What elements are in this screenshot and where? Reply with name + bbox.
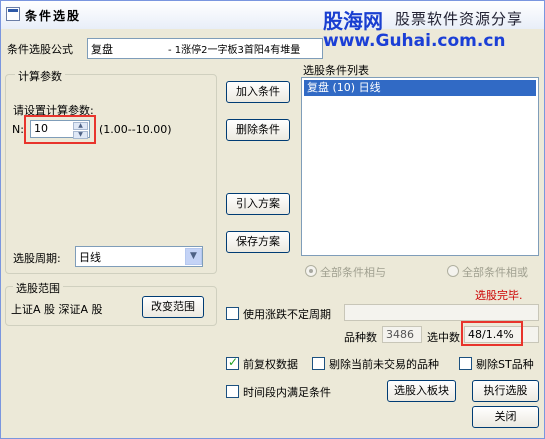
formula-value: 复盘 <box>91 43 113 56</box>
scope-value: 上证A 股 深证A 股 <box>11 303 103 316</box>
formula-description: - 1涨停2一字板3首阳4有堆量 <box>168 45 301 56</box>
n-label: N: <box>12 123 24 136</box>
params-group-title: 计算参数 <box>15 68 65 84</box>
stock-screener-window: 条件选股 股海网 股票软件资源分享 www.Guhai.com.cn 条件选股公… <box>0 0 545 439</box>
title-bar: 条件选股 股海网 股票软件资源分享 <box>1 1 544 33</box>
variable-period-checkbox[interactable] <box>226 307 239 320</box>
scope-group-title: 选股范围 <box>13 280 63 296</box>
close-button[interactable]: 关闭 <box>472 406 539 428</box>
exclude-st-checkbox[interactable] <box>459 357 472 370</box>
formula-field[interactable]: 复盘 - 1涨停2一字板3首阳4有堆量 <box>87 38 323 59</box>
window-title: 条件选股 <box>25 9 82 23</box>
watermark-tagline: 股票软件资源分享 <box>395 10 524 28</box>
add-to-block-button[interactable]: 选股入板块 <box>387 380 456 402</box>
period-select[interactable]: 日线 <box>75 246 203 267</box>
forward-adjust-label: 前复权数据 <box>243 358 298 371</box>
watermark-url: www.Guhai.com.cn <box>323 31 506 51</box>
add-condition-button[interactable]: 加入条件 <box>226 81 290 103</box>
formula-label: 条件选股公式 <box>7 43 73 56</box>
selected-label: 选中数 <box>427 331 460 344</box>
satisfy-in-period-checkbox[interactable] <box>226 385 239 398</box>
count-label: 品种数 <box>344 331 377 344</box>
period-label: 选股周期: <box>13 252 61 265</box>
window-icon <box>6 7 20 21</box>
n-highlight-box <box>24 115 96 144</box>
watermark-site-name: 股海网 <box>323 9 383 33</box>
period-value: 日线 <box>79 251 101 264</box>
n-range: (1.00--10.00) <box>99 123 172 136</box>
exclude-untraded-checkbox[interactable] <box>312 357 325 370</box>
satisfy-in-period-label: 时间段内满足条件 <box>243 386 331 399</box>
exclude-untraded-label: 剔除当前未交易的品种 <box>329 358 439 371</box>
selected-highlight-box <box>461 321 523 346</box>
status-message: 选股完毕. <box>475 289 523 302</box>
conditions-list-title: 选股条件列表 <box>303 64 369 77</box>
run-selection-button[interactable]: 执行选股 <box>472 380 539 402</box>
change-scope-button[interactable]: 改变范围 <box>142 296 204 318</box>
count-value: 3486 <box>386 328 414 341</box>
radio-all-and[interactable] <box>305 265 317 277</box>
delete-condition-button[interactable]: 删除条件 <box>226 119 290 141</box>
radio-all-or[interactable] <box>447 265 459 277</box>
period-range-field[interactable] <box>344 304 539 321</box>
forward-adjust-checkbox[interactable] <box>226 355 239 370</box>
radio-all-and-label: 全部条件相与 <box>320 266 386 279</box>
save-plan-button[interactable]: 保存方案 <box>226 231 290 253</box>
list-item[interactable]: 复盘 (10) 日线 <box>304 80 536 96</box>
chevron-down-icon[interactable]: ▼ <box>185 248 202 265</box>
radio-all-or-label: 全部条件相或 <box>462 266 528 279</box>
exclude-st-label: 剔除ST品种 <box>476 358 534 371</box>
count-value-field: 3486 <box>382 326 422 343</box>
conditions-list[interactable]: 复盘 (10) 日线 <box>301 77 539 256</box>
import-plan-button[interactable]: 引入方案 <box>226 193 290 215</box>
variable-period-label: 使用涨跌不定周期 <box>243 308 331 321</box>
